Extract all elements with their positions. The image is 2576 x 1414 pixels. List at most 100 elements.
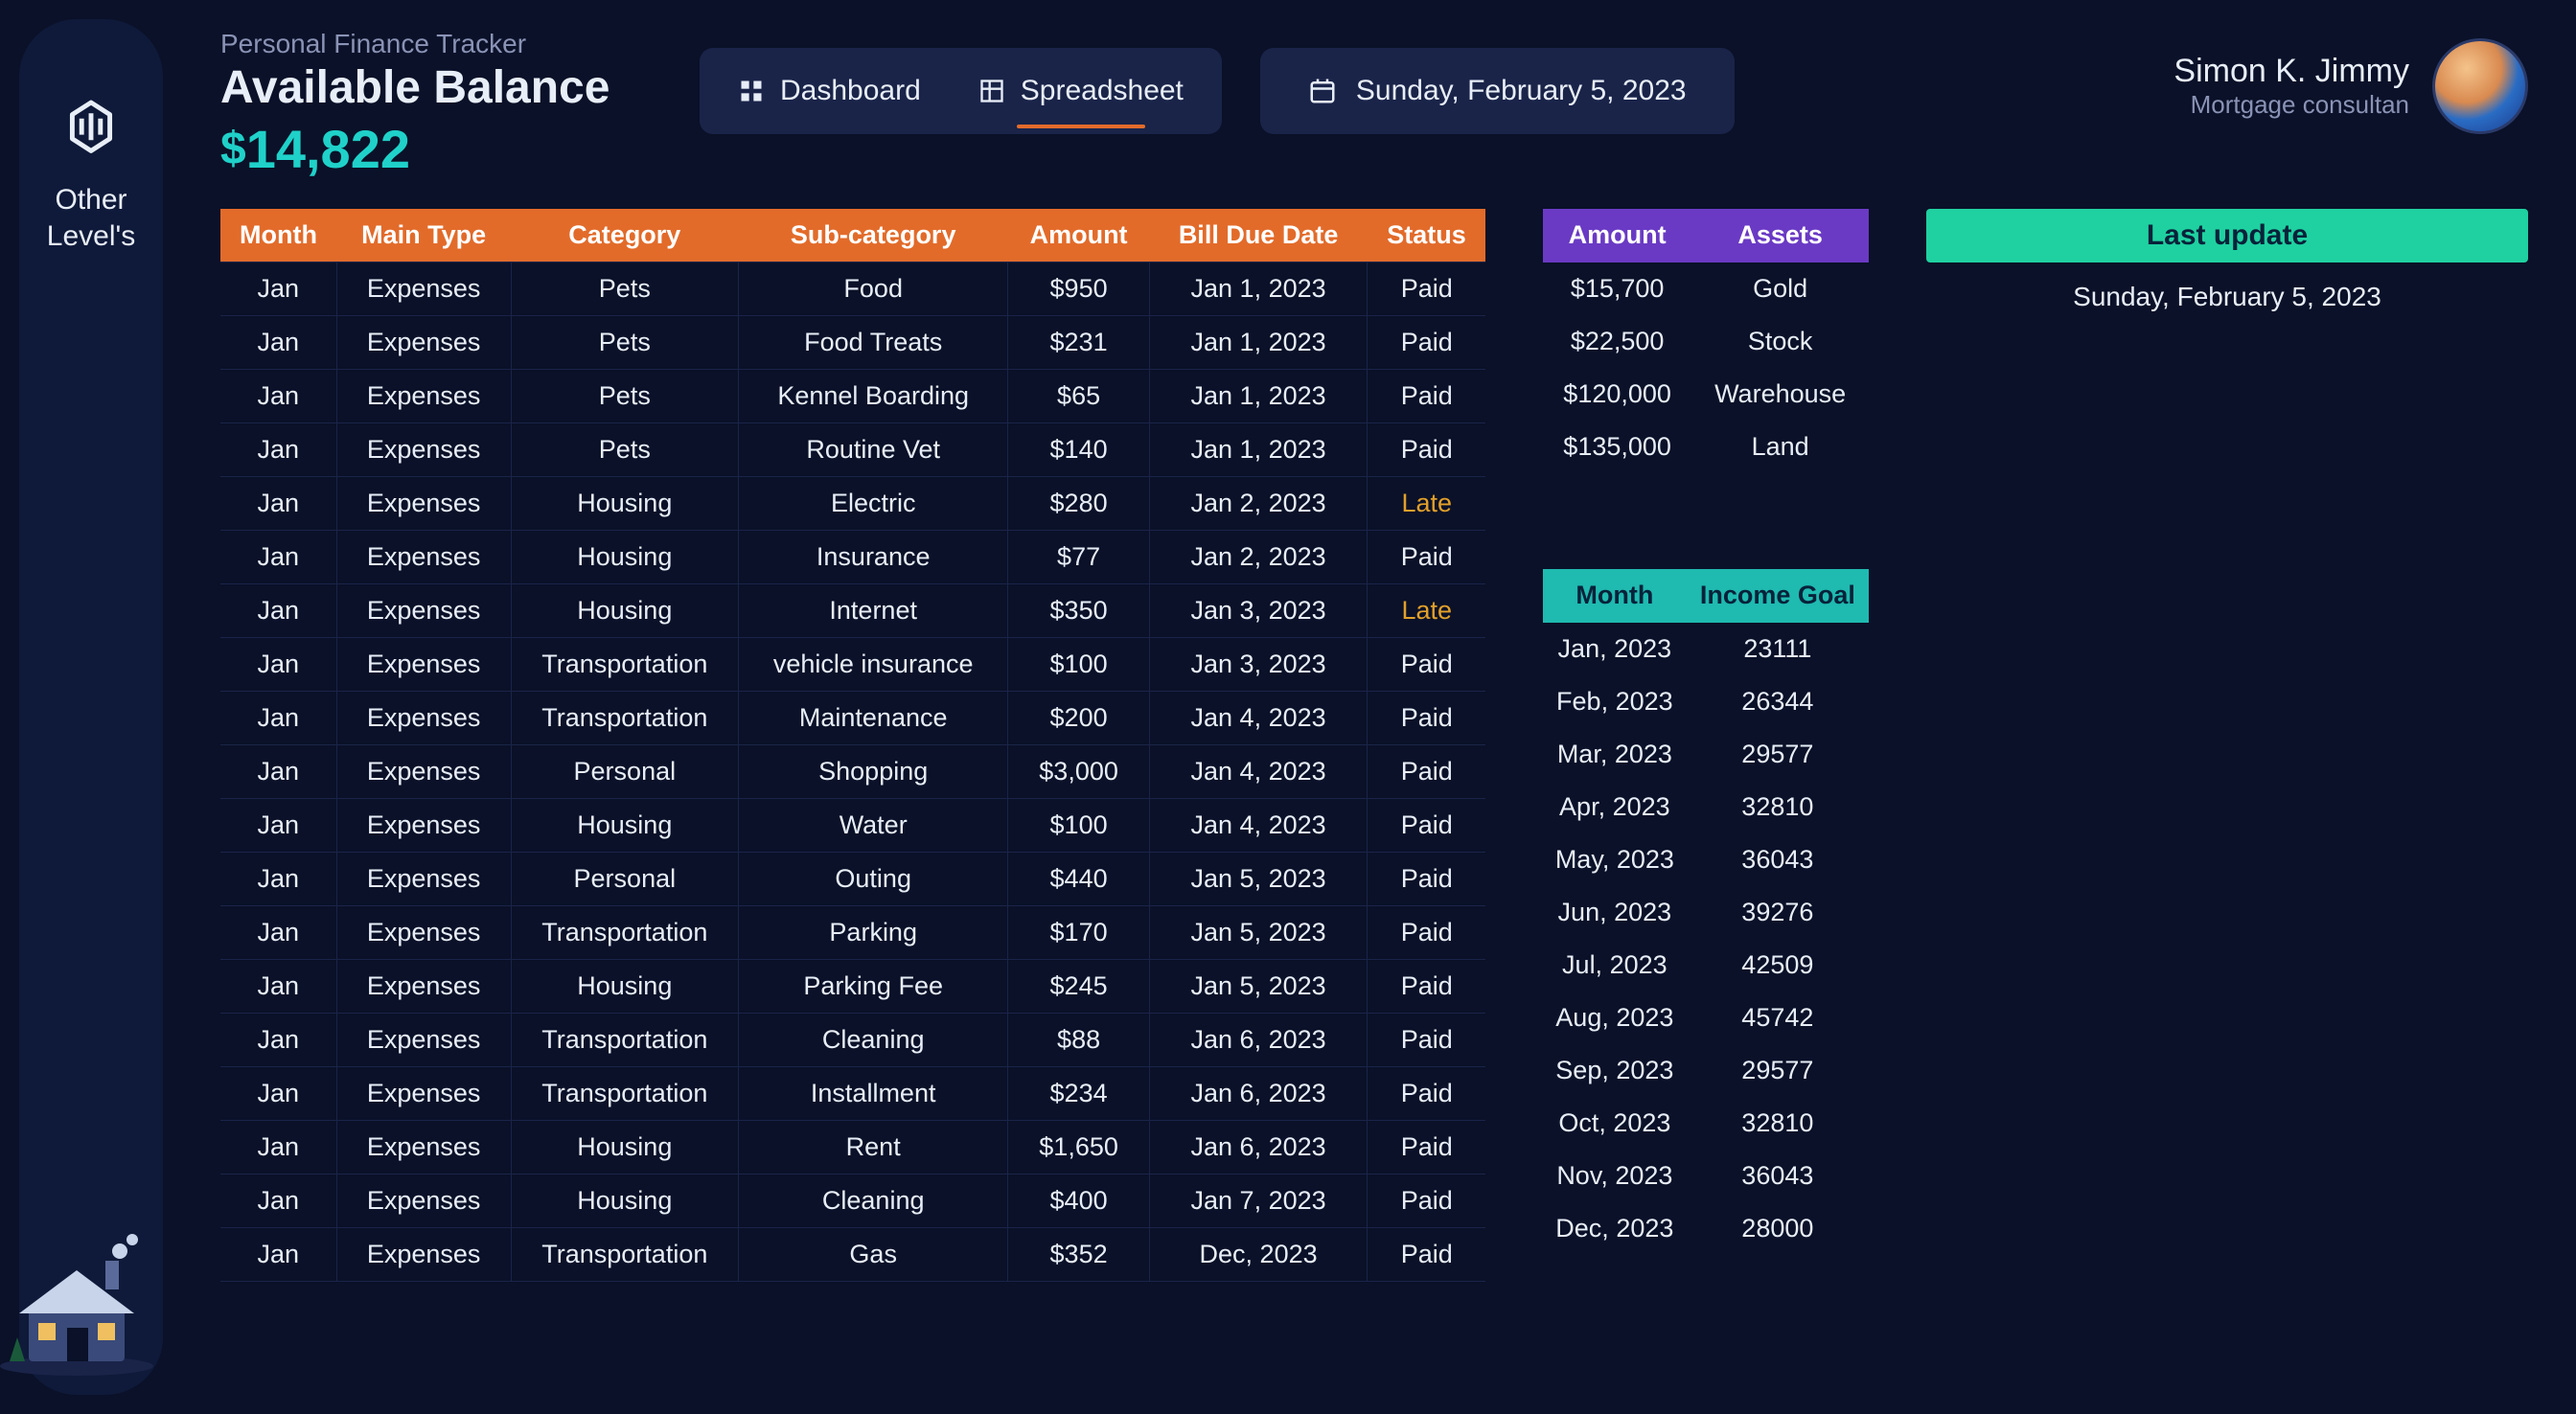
table-cell: Jan [220,638,336,692]
table-cell: Expenses [336,1067,511,1121]
column-header[interactable]: Amount [1543,209,1691,262]
table-row[interactable]: $22,500Stock [1543,315,1869,368]
table-row[interactable]: JanExpensesHousingCleaning$400Jan 7, 202… [220,1175,1485,1228]
table-cell: Jan 1, 2023 [1149,316,1368,370]
table-row[interactable]: Jul, 202342509 [1543,939,1869,992]
table-row[interactable]: Oct, 202332810 [1543,1097,1869,1150]
table-cell: 23111 [1687,623,1869,675]
column-header[interactable]: Month [1543,569,1687,623]
table-cell: Housing [511,584,738,638]
table-row[interactable]: JanExpensesPetsFood$950Jan 1, 2023Paid [220,262,1485,316]
table-cell: Expenses [336,584,511,638]
tab-spreadsheet[interactable]: Spreadsheet [978,75,1184,107]
user-block[interactable]: Simon K. Jimmy Mortgage consultan [2174,38,2528,134]
column-header[interactable]: Category [511,209,738,262]
table-cell: Expenses [336,745,511,799]
table-row[interactable]: JanExpensesTransportationvehicle insuran… [220,638,1485,692]
table-cell: $22,500 [1543,315,1691,368]
table-cell: Sep, 2023 [1543,1044,1687,1097]
table-row[interactable]: Feb, 202326344 [1543,675,1869,728]
table-row[interactable]: Jan, 202323111 [1543,623,1869,675]
table-row[interactable]: Sep, 202329577 [1543,1044,1869,1097]
last-update-date: Sunday, February 5, 2023 [1926,282,2528,312]
table-cell: 32810 [1687,781,1869,833]
table-row[interactable]: JanExpensesHousingParking Fee$245Jan 5, … [220,960,1485,1014]
table-cell: $234 [1008,1067,1149,1121]
table-cell: Expenses [336,853,511,906]
column-header[interactable]: Month [220,209,336,262]
table-row[interactable]: May, 202336043 [1543,833,1869,886]
table-row[interactable]: JanExpensesHousingInsurance$77Jan 2, 202… [220,531,1485,584]
table-cell: Paid [1368,799,1485,853]
table-cell: Housing [511,1175,738,1228]
table-cell: Paid [1368,960,1485,1014]
table-row[interactable]: JanExpensesPersonalOuting$440Jan 5, 2023… [220,853,1485,906]
spreadsheet-icon [978,78,1005,104]
table-row[interactable]: Aug, 202345742 [1543,992,1869,1044]
table-row[interactable]: JanExpensesHousingWater$100Jan 4, 2023Pa… [220,799,1485,853]
table-cell: Electric [738,477,1008,531]
table-cell: Warehouse [1691,368,1869,421]
brand-name: Other Level's [19,182,163,254]
table-row[interactable]: JanExpensesTransportationGas$352Dec, 202… [220,1228,1485,1282]
table-row[interactable]: Mar, 202329577 [1543,728,1869,781]
column-header[interactable]: Income Goal [1687,569,1869,623]
table-cell: $170 [1008,906,1149,960]
table-cell: Expenses [336,1175,511,1228]
table-cell: Nov, 2023 [1543,1150,1687,1202]
table-cell: Dec, 2023 [1149,1228,1368,1282]
table-row[interactable]: $15,700Gold [1543,262,1869,315]
column-header[interactable]: Assets [1691,209,1869,262]
tab-dashboard[interactable]: Dashboard [738,75,921,107]
table-cell: Jan 6, 2023 [1149,1014,1368,1067]
table-row[interactable]: JanExpensesTransportationParking$170Jan … [220,906,1485,960]
table-cell: Personal [511,853,738,906]
table-row[interactable]: JanExpensesPetsRoutine Vet$140Jan 1, 202… [220,423,1485,477]
table-row[interactable]: JanExpensesHousingRent$1,650Jan 6, 2023P… [220,1121,1485,1175]
table-cell: Jan [220,1175,336,1228]
table-row[interactable]: JanExpensesHousingElectric$280Jan 2, 202… [220,477,1485,531]
brand-logo-icon [58,96,125,163]
table-row[interactable]: $135,000Land [1543,421,1869,473]
table-cell: $352 [1008,1228,1149,1282]
table-row[interactable]: Jun, 202339276 [1543,886,1869,939]
table-row[interactable]: Apr, 202332810 [1543,781,1869,833]
date-picker[interactable]: Sunday, February 5, 2023 [1260,48,1735,134]
table-row[interactable]: JanExpensesPersonalShopping$3,000Jan 4, … [220,745,1485,799]
table-cell: Paid [1368,1121,1485,1175]
table-cell: May, 2023 [1543,833,1687,886]
last-update-label: Last update [2147,219,2308,252]
table-cell: Maintenance [738,692,1008,745]
table-cell: Personal [511,745,738,799]
table-row[interactable]: JanExpensesPetsKennel Boarding$65Jan 1, … [220,370,1485,423]
column-header[interactable]: Main Type [336,209,511,262]
table-cell: $3,000 [1008,745,1149,799]
table-cell: $140 [1008,423,1149,477]
transactions-table: MonthMain TypeCategorySub-categoryAmount… [220,209,1485,1283]
table-cell: 28000 [1687,1202,1869,1255]
table-row[interactable]: JanExpensesTransportationInstallment$234… [220,1067,1485,1121]
column-header[interactable]: Amount [1008,209,1149,262]
table-cell: Paid [1368,1175,1485,1228]
column-header[interactable]: Sub-category [738,209,1008,262]
table-cell: Expenses [336,799,511,853]
avatar[interactable] [2432,38,2528,134]
column-header[interactable]: Status [1368,209,1485,262]
table-row[interactable]: Dec, 202328000 [1543,1202,1869,1255]
table-cell: Paid [1368,745,1485,799]
content-row: MonthMain TypeCategorySub-categoryAmount… [220,209,2528,1414]
table-row[interactable]: Nov, 202336043 [1543,1150,1869,1202]
currency-symbol: $ [220,124,246,174]
table-row[interactable]: JanExpensesPetsFood Treats$231Jan 1, 202… [220,316,1485,370]
table-cell: Expenses [336,423,511,477]
table-row[interactable]: $120,000Warehouse [1543,368,1869,421]
table-cell: Aug, 2023 [1543,992,1687,1044]
table-row[interactable]: JanExpensesTransportationCleaning$88Jan … [220,1014,1485,1067]
table-row[interactable]: JanExpensesHousingInternet$350Jan 3, 202… [220,584,1485,638]
table-cell: Kennel Boarding [738,370,1008,423]
main-area: Personal Finance Tracker Available Balan… [163,0,2576,1414]
table-row[interactable]: JanExpensesTransportationMaintenance$200… [220,692,1485,745]
table-cell: Pets [511,423,738,477]
table-cell: $135,000 [1543,421,1691,473]
column-header[interactable]: Bill Due Date [1149,209,1368,262]
